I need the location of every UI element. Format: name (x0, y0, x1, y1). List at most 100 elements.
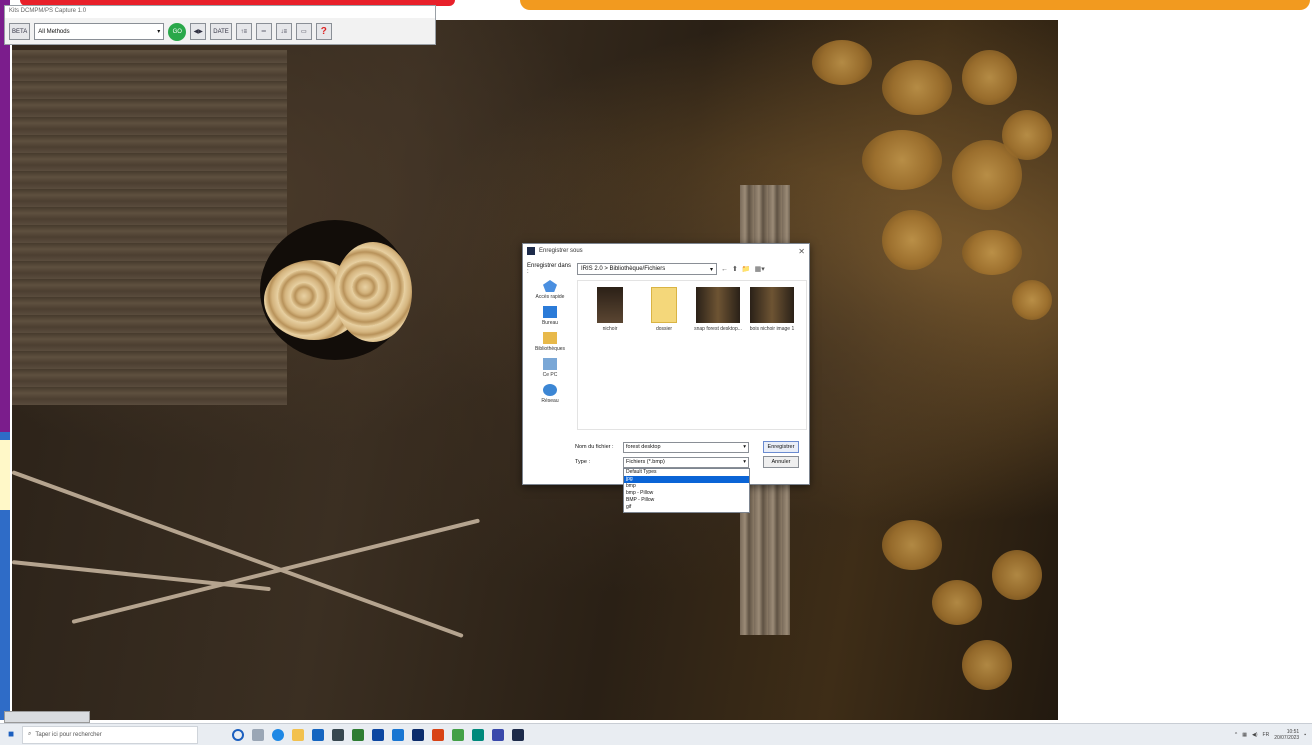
place-this-pc[interactable]: Ce PC (527, 358, 573, 378)
mode-button[interactable]: BETA (9, 23, 31, 40)
save-in-value: IRIS 2.0 > Bibliothèque/Fichiers (581, 266, 666, 272)
file-name: dossier (655, 326, 673, 332)
place-quick-access[interactable]: Accès rapide (527, 280, 573, 300)
dropdown-option-selected[interactable]: jpg (624, 476, 749, 483)
image-thumbnail (750, 287, 794, 323)
minimized-window-strip[interactable] (4, 711, 90, 723)
network-icon[interactable]: ▦ (1242, 732, 1247, 738)
taskbar: ■ ⌕ Taper ici pour rechercher ^ ▦ ◀) FR … (0, 723, 1312, 745)
log-end (812, 40, 872, 85)
log-end (862, 130, 942, 190)
filetype-value: Fichiers (*.bmp) (626, 459, 665, 465)
method-select[interactable]: All Methods ▾ (34, 23, 165, 40)
chevron-up-icon[interactable]: ^ (1235, 732, 1237, 738)
places-bar: Accès rapide Bureau Bibliothèques Ce PC … (527, 280, 573, 440)
toolbar-button-up[interactable]: ↑≡ (235, 23, 252, 40)
notification-icon[interactable]: ▪ (1304, 732, 1306, 738)
log-end (992, 550, 1042, 600)
search-icon: ⌕ (28, 731, 32, 737)
save-as-dialog: Enregistrer sous ✕ Enregistrer dans : IR… (522, 243, 810, 485)
file-name: nichoir (602, 326, 618, 332)
dialog-title: Enregistrer sous (539, 248, 583, 254)
taskbar-search[interactable]: ⌕ Taper ici pour rechercher (22, 725, 198, 744)
save-in-row: Enregistrer dans : IRIS 2.0 > Bibliothèq… (527, 262, 807, 276)
file-item[interactable]: bois nichoir image 1 (748, 287, 796, 332)
system-tray: ^ ▦ ◀) FR 10:51 20/07/2023 ▪ (1235, 729, 1312, 741)
place-libraries[interactable]: Bibliothèques (527, 332, 573, 352)
window-title: Kits DCMPM/PS Capture 1.0 (5, 6, 435, 18)
save-in-combo[interactable]: IRIS 2.0 > Bibliothèque/Fichiers ▾ (577, 263, 717, 275)
clock[interactable]: 10:51 20/07/2023 (1274, 729, 1299, 741)
file-explorer-icon[interactable] (292, 728, 304, 741)
filename-input[interactable]: forest desktop ▾ (623, 441, 749, 453)
file-item[interactable]: dossier (640, 287, 688, 332)
dropdown-option[interactable]: BMP - Pillow (624, 497, 749, 504)
capture-app-window: Kits DCMPM/PS Capture 1.0 BETA All Metho… (4, 5, 436, 45)
place-label: Bureau (541, 320, 559, 326)
birdhouse-thumbnail (597, 287, 623, 323)
dropdown-option[interactable]: bmp (624, 483, 749, 490)
language-icon[interactable]: FR (1263, 732, 1270, 738)
branch (12, 560, 271, 592)
help-icon[interactable]: ? (315, 23, 332, 40)
save-button[interactable]: Enregistrer (763, 441, 799, 453)
view-menu-icon[interactable]: ▦▾ (755, 265, 765, 273)
app-icon[interactable] (472, 728, 484, 741)
log-end (1012, 280, 1052, 320)
close-icon[interactable]: ✕ (798, 247, 805, 256)
star-icon (543, 280, 557, 292)
log-end (962, 640, 1012, 690)
toolbar-button-down[interactable]: ↓≡ (275, 23, 292, 40)
app-icon[interactable] (432, 728, 444, 741)
desktop-icon (543, 306, 557, 318)
file-item[interactable]: snap forest desktop... (694, 287, 742, 332)
store-icon[interactable] (312, 728, 324, 741)
log-end (882, 520, 942, 570)
windows-start-icon[interactable]: ■ (0, 724, 22, 746)
branch (71, 518, 481, 624)
wood-cap (334, 242, 412, 342)
file-item[interactable]: nichoir (586, 287, 634, 332)
log-end (952, 140, 1022, 210)
toolbar-button-frame[interactable]: ▭ (295, 23, 312, 40)
dropdown-option[interactable]: gif (624, 504, 749, 511)
toolbar-button-date[interactable]: DATE (210, 23, 232, 40)
cortana-icon[interactable] (232, 728, 244, 741)
wooden-birdhouse (12, 50, 287, 405)
save-in-label: Enregistrer dans : (527, 263, 572, 275)
place-network[interactable]: Réseau (527, 384, 573, 404)
app-icon (527, 247, 535, 255)
filename-value: forest desktop (626, 444, 661, 450)
filename-row: Nom du fichier : forest desktop ▾ Enregi… (575, 441, 811, 453)
capture-app-icon[interactable] (512, 728, 524, 741)
place-desktop[interactable]: Bureau (527, 306, 573, 326)
chevron-down-icon: ▾ (709, 266, 713, 273)
app-icon[interactable] (492, 728, 504, 741)
place-label: Réseau (541, 398, 559, 404)
log-end (932, 580, 982, 625)
toolbar-button-nav[interactable]: ◀▶ (190, 23, 207, 40)
dropdown-option[interactable]: Default Types (624, 469, 749, 476)
app-icon[interactable] (412, 728, 424, 741)
dropdown-option[interactable]: bmp - Pillow (624, 490, 749, 497)
filetype-dropdown: Default Types jpg bmp bmp - Pillow BMP -… (623, 468, 750, 513)
toolbar-button-line[interactable]: ═ (255, 23, 272, 40)
cancel-button[interactable]: Annuler (763, 456, 799, 468)
new-folder-icon[interactable]: 📁 (742, 265, 751, 273)
edge-icon[interactable] (272, 728, 284, 741)
back-icon[interactable]: ← (721, 266, 728, 273)
file-list: nichoir dossier snap forest desktop... b… (577, 280, 807, 430)
taskbar-apps (232, 728, 524, 741)
app-icon[interactable] (352, 728, 364, 741)
toolbar: BETA All Methods ▾ GO ◀▶ DATE ↑≡ ═ ↓≡ ▭ … (5, 18, 435, 45)
word-icon[interactable] (372, 728, 384, 741)
volume-icon[interactable]: ◀) (1252, 732, 1258, 738)
go-button[interactable]: GO (168, 22, 187, 41)
up-folder-icon[interactable]: ⬆ (732, 265, 738, 273)
filetype-select[interactable]: Fichiers (*.bmp) ▾ (623, 456, 749, 468)
mail-icon[interactable] (332, 728, 344, 741)
app-icon[interactable] (452, 728, 464, 741)
task-view-icon[interactable] (252, 728, 264, 741)
orange-accent-bar (520, 0, 1310, 10)
outlook-icon[interactable] (392, 728, 404, 741)
